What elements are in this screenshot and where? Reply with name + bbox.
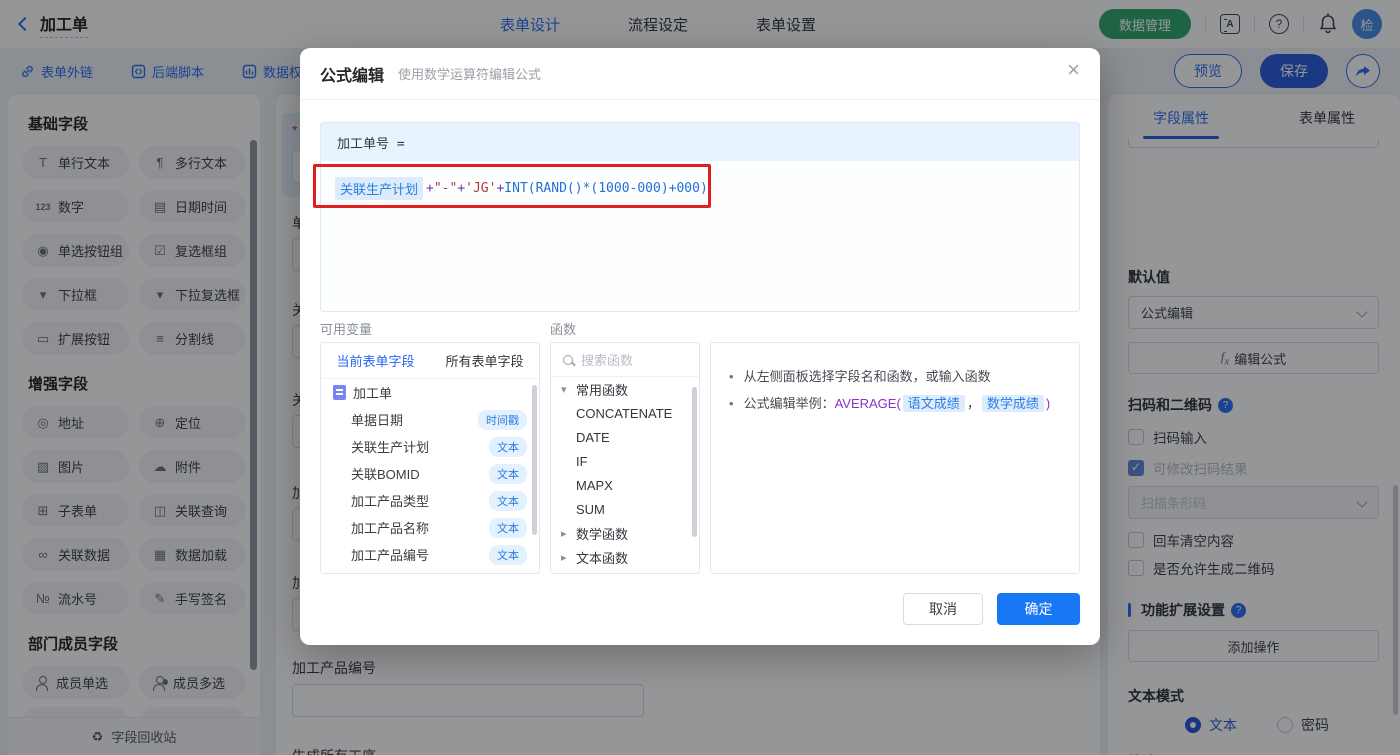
variable-type-badge: 文本: [489, 436, 527, 457]
help-line-1: 从左侧面板选择字段名和函数，或输入函数: [729, 363, 1061, 390]
formula-edit-modal: 公式编辑 使用数学运算符编辑公式 × 加工单号 = 关联生产计划 +"-"+'J…: [300, 48, 1100, 645]
variables-scrollbar[interactable]: [532, 385, 537, 535]
variable-name: 加工产品名称: [351, 521, 430, 536]
variable-name: 关联BOMID: [351, 467, 420, 482]
formula-token: "-": [433, 181, 458, 196]
formula-target: 加工单号 =: [321, 123, 1079, 161]
variables-form-node[interactable]: 加工单: [321, 379, 539, 406]
variable-type-badge: 文本: [489, 544, 527, 565]
variables-panel: 当前表单字段 所有表单字段 加工单 单据日期 时间戳 关联生产计划 文本 关联BOMID…: [320, 342, 540, 574]
variable-type-badge: 时间戳: [478, 409, 527, 430]
modal-header: 公式编辑 使用数学运算符编辑公式 ×: [300, 48, 1100, 100]
caret-down-icon: ▾: [561, 383, 567, 396]
caret-right-icon: ▸: [561, 527, 567, 540]
variable-type-badge: 文本: [489, 517, 527, 538]
function-item[interactable]: MAPX: [551, 473, 699, 497]
help-example-comma: ，: [966, 396, 980, 411]
help-line-2: 公式编辑举例：AVERAGE(语文成绩，数学成绩): [729, 390, 1061, 417]
functions-scrollbar[interactable]: [692, 387, 697, 537]
formula-token: +: [426, 181, 434, 196]
function-item[interactable]: CONCATENATE: [551, 401, 699, 425]
modal-footer: 取消 确定: [903, 593, 1080, 625]
formula-expression[interactable]: 关联生产计划 +"-"+'JG'+INT(RAND()*(1000-000)+0…: [335, 177, 708, 200]
function-group-label: 常用函数: [576, 382, 629, 398]
help-example-fn: AVERAGE(: [834, 396, 901, 411]
confirm-button[interactable]: 确定: [997, 593, 1080, 625]
function-group[interactable]: ▸ 文本函数: [551, 545, 699, 569]
function-item[interactable]: DATE: [551, 425, 699, 449]
modal-title: 公式编辑: [320, 67, 385, 85]
search-icon: [563, 354, 573, 365]
formula-editor[interactable]: 加工单号 = 关联生产计划 +"-"+'JG'+INT(RAND()*(1000…: [320, 122, 1080, 312]
close-icon[interactable]: ×: [1067, 59, 1080, 81]
variable-type-badge: 文本: [489, 463, 527, 484]
search-placeholder: 搜索函数: [581, 353, 634, 368]
variable-name: 单据日期: [351, 413, 404, 428]
function-search-input[interactable]: 搜索函数: [551, 343, 699, 377]
caret-right-icon: ▸: [561, 551, 567, 564]
variables-tabs: 当前表单字段 所有表单字段: [321, 343, 539, 379]
variables-list: 单据日期 时间戳 关联生产计划 文本 关联BOMID 文本 加工产品类型 文本 加工产品名称 文本…: [321, 406, 539, 568]
cancel-button[interactable]: 取消: [903, 593, 983, 625]
variable-item[interactable]: 单据日期 时间戳: [321, 406, 539, 433]
form-node-label: 加工单: [353, 386, 393, 401]
formula-token: INT(RAND()*(1000-000)+000): [504, 181, 708, 196]
variables-label: 可用变量: [320, 322, 373, 337]
variable-item[interactable]: 关联BOMID 文本: [321, 460, 539, 487]
variable-name: 加工产品编号: [351, 548, 430, 563]
formula-body[interactable]: 关联生产计划 +"-"+'JG'+INT(RAND()*(1000-000)+0…: [321, 161, 1079, 312]
variable-item[interactable]: 加工产品名称 文本: [321, 514, 539, 541]
functions-list: ▾ 常用函数 CONCATENATE DATE IF MAPX SUM ▸ 数学函数 ▸ 文本函数: [551, 377, 699, 569]
formula-token: +: [457, 181, 466, 196]
variable-item[interactable]: 加工产品编号 文本: [321, 541, 539, 568]
help-example-close: ): [1045, 396, 1051, 411]
variable-item[interactable]: 关联生产计划 文本: [321, 433, 539, 460]
tab-all-form-fields[interactable]: 所有表单字段: [430, 343, 539, 378]
tab-current-form-fields[interactable]: 当前表单字段: [321, 343, 430, 378]
variable-item[interactable]: 加工产品类型 文本: [321, 487, 539, 514]
formula-help-panel: 从左侧面板选择字段名和函数，或输入函数 公式编辑举例：AVERAGE(语文成绩，…: [710, 342, 1080, 574]
modal-subtitle: 使用数学运算符编辑公式: [398, 67, 542, 82]
function-group-label: 文本函数: [576, 550, 629, 566]
variable-name: 关联生产计划: [351, 440, 430, 455]
help-example-chip: 数学成绩: [981, 395, 1044, 412]
help-example-prefix: 公式编辑举例：: [743, 396, 835, 411]
function-group-label: 数学函数: [576, 526, 629, 542]
variable-name: 加工产品类型: [351, 494, 430, 509]
function-item[interactable]: IF: [551, 449, 699, 473]
function-item[interactable]: SUM: [551, 497, 699, 521]
form-doc-icon: [333, 385, 346, 400]
help-example-chip: 语文成绩: [902, 395, 965, 412]
formula-tokens: +"-"+'JG'+INT(RAND()*(1000-000)+000): [426, 181, 708, 196]
function-group[interactable]: ▾ 常用函数: [551, 377, 699, 401]
functions-panel: 搜索函数 ▾ 常用函数 CONCATENATE DATE IF MAPX SUM ▸ 数学函数 ▸…: [550, 342, 700, 574]
functions-label: 函数: [550, 322, 577, 337]
function-group[interactable]: ▸ 数学函数: [551, 521, 699, 545]
formula-variable-chip[interactable]: 关联生产计划: [335, 177, 424, 200]
formula-token: 'JG': [465, 181, 497, 196]
variable-type-badge: 文本: [489, 490, 527, 511]
screen: 加工单 表单设计 流程设定 表单设置 数据管理 A ? 检 表单外链 后端脚本 …: [0, 0, 1400, 755]
